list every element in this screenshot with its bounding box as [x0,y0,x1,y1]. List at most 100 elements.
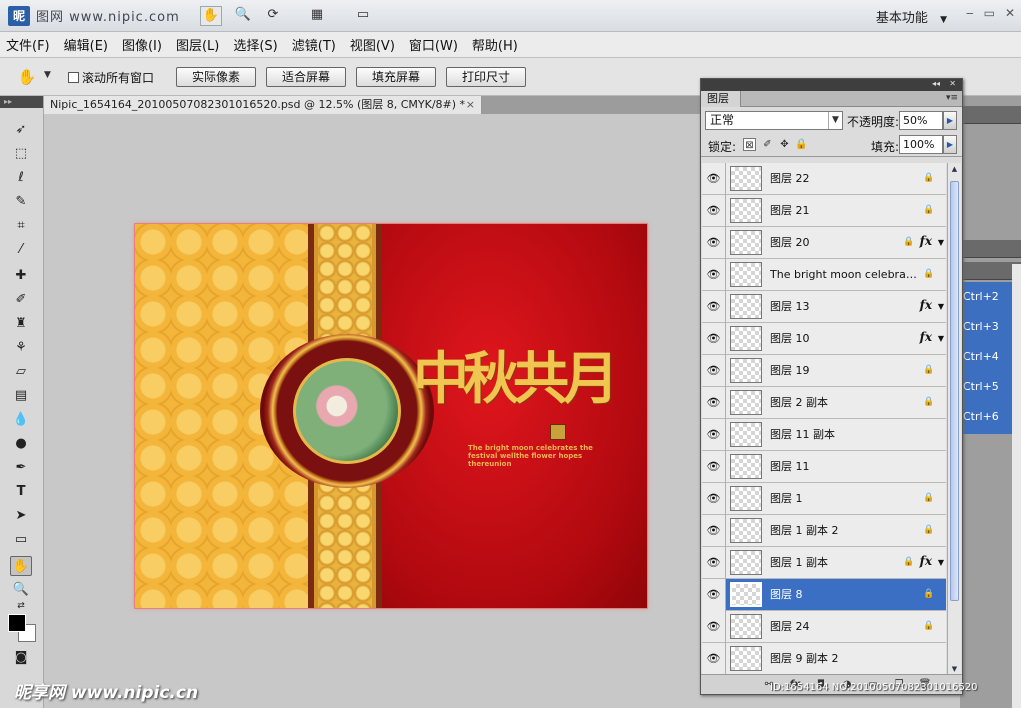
dodge-tool-icon[interactable]: ● [10,434,32,454]
layer-name[interactable]: 图层 11 [770,451,918,483]
layer-name[interactable]: 图层 8 [770,579,918,611]
opacity-field[interactable]: 50% [899,111,943,130]
hand-tool-preset-icon[interactable]: ✋ [16,67,38,87]
layer-row[interactable]: 👁 图层 13 fx ▼ [702,291,946,323]
visibility-eye-icon[interactable]: 👁 [702,515,726,547]
eyedropper-tool-icon[interactable]: ⁄ [10,240,32,260]
chevron-down-icon[interactable]: ▼ [44,70,51,80]
checkbox-box[interactable] [68,72,79,83]
visibility-eye-icon[interactable]: 👁 [702,611,726,643]
print-size-button[interactable]: 打印尺寸 [446,67,526,87]
visibility-eye-icon[interactable]: 👁 [702,451,726,483]
clone-stamp-tool-icon[interactable]: ♜ [10,314,32,334]
layer-name[interactable]: 图层 24 [770,611,918,643]
layer-thumbnail[interactable] [730,454,762,479]
layer-row[interactable]: 👁 图层 21 🔒 [702,195,946,227]
visibility-eye-icon[interactable]: 👁 [702,643,726,675]
action-item[interactable]: Ctrl+2 [960,282,1012,312]
layer-row[interactable]: 👁 图层 20 🔒 fx ▼ [702,227,946,259]
layer-effects-icon[interactable]: fx [920,298,932,312]
pen-tool-icon[interactable]: ✒ [10,458,32,478]
menu-edit[interactable]: 编辑(E) [64,35,108,54]
eraser-tool-icon[interactable]: ▱ [10,362,32,382]
menu-window[interactable]: 窗口(W) [409,35,458,54]
layer-row[interactable]: 👁 图层 8 🔒 [702,579,946,611]
visibility-eye-icon[interactable]: 👁 [702,291,726,323]
layer-name[interactable]: 图层 9 副本 2 [770,643,918,675]
layer-row[interactable]: 👁 图层 10 fx ▼ [702,323,946,355]
layer-thumbnail[interactable] [730,582,762,607]
layer-thumbnail[interactable] [730,614,762,639]
layer-name[interactable]: 图层 2 副本 [770,387,918,419]
layer-thumbnail[interactable] [730,326,762,351]
tab-layers[interactable]: 图层 [701,91,741,107]
marquee-tool-icon[interactable]: ⬚ [10,144,32,164]
fit-screen-button[interactable]: 适合屏幕 [266,67,346,87]
layer-thumbnail[interactable] [730,166,762,191]
collapse-icon[interactable]: ◂◂ [932,79,940,88]
blur-tool-icon[interactable]: 💧 [10,410,32,430]
panel-header[interactable] [960,240,1021,258]
layer-thumbnail[interactable] [730,390,762,415]
menu-file[interactable]: 文件(F) [6,35,50,54]
action-item[interactable]: Ctrl+4 [960,342,1012,372]
layer-effects-icon[interactable]: fx [920,330,932,344]
visibility-eye-icon[interactable]: 👁 [702,195,726,227]
shape-tool-icon[interactable]: ▭ [10,530,32,550]
restore-button[interactable]: ▭ [984,6,995,20]
quick-mask-icon[interactable]: ◙ [10,648,32,668]
actual-pixels-button[interactable]: 实际像素 [176,67,256,87]
lasso-tool-icon[interactable]: ℓ [10,168,32,188]
visibility-eye-icon[interactable]: 👁 [702,483,726,515]
opacity-slider-arrow-icon[interactable]: ▶ [943,111,957,130]
layer-row[interactable]: 👁 The bright moon celebrates ... 🔒 [702,259,946,291]
workspace-switcher[interactable]: 基本功能 ▼ [876,7,947,26]
layer-effects-icon[interactable]: fx [920,554,932,568]
layer-thumbnail[interactable] [730,294,762,319]
blend-mode-select[interactable]: 正常 ▼ [705,111,843,130]
layer-row[interactable]: 👁 图层 22 🔒 [702,163,946,195]
move-tool-icon[interactable]: ➶ [10,120,32,140]
layer-row[interactable]: 👁 图层 1 副本 🔒 fx ▼ [702,547,946,579]
close-icon[interactable]: × [466,96,475,114]
layer-row[interactable]: 👁 图层 24 🔒 [702,611,946,643]
chevron-down-icon[interactable]: ▼ [938,238,944,247]
visibility-eye-icon[interactable]: 👁 [702,259,726,291]
chevron-down-icon[interactable]: ▼ [828,112,842,129]
layer-thumbnail[interactable] [730,422,762,447]
quick-select-tool-icon[interactable]: ✎ [10,192,32,212]
panel-titlebar[interactable]: ◂◂ ✕ [701,79,962,91]
lock-position-icon[interactable]: ✥ [778,138,791,151]
panel-header[interactable] [960,106,1021,124]
minimize-button[interactable]: ‒ [966,6,974,20]
layer-name[interactable]: 图层 1 [770,483,918,515]
swap-colors-icon[interactable]: ⇄ [10,596,32,616]
layer-name[interactable]: The bright moon celebrates ... [770,259,918,291]
layer-name[interactable]: 图层 19 [770,355,918,387]
layer-row[interactable]: 👁 图层 1 🔒 [702,483,946,515]
layer-row[interactable]: 👁 图层 1 副本 2 🔒 [702,515,946,547]
visibility-eye-icon[interactable]: 👁 [702,579,726,611]
scroll-thumb[interactable] [950,181,959,601]
layer-thumbnail[interactable] [730,358,762,383]
path-select-tool-icon[interactable]: ➤ [10,506,32,526]
layer-row[interactable]: 👁 图层 11 [702,451,946,483]
gradient-tool-icon[interactable]: ▤ [10,386,32,406]
layer-name[interactable]: 图层 1 副本 2 [770,515,918,547]
visibility-eye-icon[interactable]: 👁 [702,419,726,451]
visibility-eye-icon[interactable]: 👁 [702,163,726,195]
menu-view[interactable]: 视图(V) [350,35,395,54]
hand-tool-icon[interactable]: ✋ [10,556,32,576]
action-item[interactable]: Ctrl+3 [960,312,1012,342]
rotate-view-icon[interactable]: ⟳ [262,6,284,26]
layer-thumbnail[interactable] [730,198,762,223]
visibility-eye-icon[interactable]: 👁 [702,387,726,419]
zoom-icon[interactable]: 🔍 [232,6,254,26]
layer-row[interactable]: 👁 图层 19 🔒 [702,355,946,387]
history-brush-tool-icon[interactable]: ⚘ [10,338,32,358]
visibility-eye-icon[interactable]: 👁 [702,355,726,387]
action-item[interactable]: Ctrl+5 [960,372,1012,402]
close-icon[interactable]: ✕ [949,79,956,88]
layer-thumbnail[interactable] [730,230,762,255]
layer-list-scrollbar[interactable]: ▲ ▼ [947,163,961,675]
